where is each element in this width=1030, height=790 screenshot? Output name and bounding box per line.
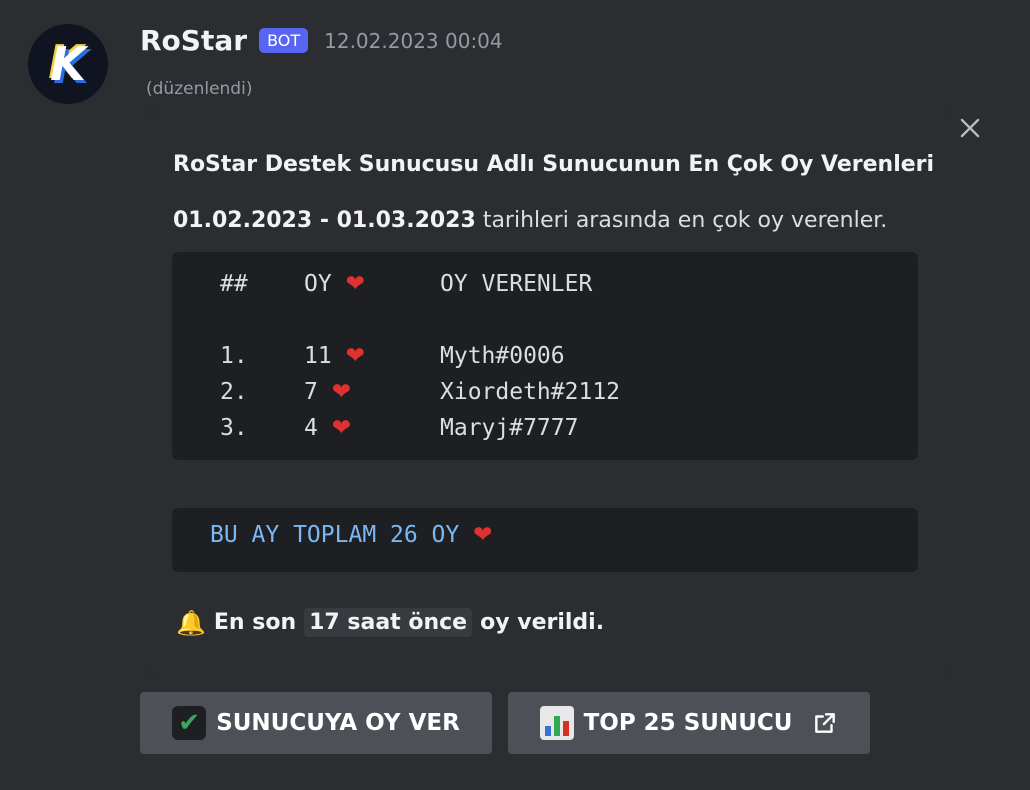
last-vote-prefix: En son: [213, 610, 297, 635]
message-header: RoStar BOT 12.02.2023 00:04: [140, 24, 503, 57]
row-rank: 2.: [220, 379, 248, 405]
row-votes: 11 ❤: [304, 338, 365, 374]
row-rank: 1.: [220, 343, 248, 369]
date-range: 01.02.2023 - 01.03.2023: [173, 208, 476, 233]
last-vote-line: 🔔 En son 17 saat önce oy verildi.: [176, 608, 604, 637]
heart-icon: ❤: [345, 271, 365, 297]
row-rank: 3.: [220, 415, 248, 441]
heart-icon: ❤: [473, 522, 493, 548]
check-icon: ✔: [172, 706, 207, 740]
heart-icon: ❤: [331, 415, 351, 441]
username[interactable]: RoStar: [140, 24, 247, 57]
leaderboard-codeblock: ## OY ❤ OY VERENLER 1. 11 ❤ Myth#0006 2.…: [172, 252, 918, 460]
row-user: Maryj#7777: [440, 415, 579, 441]
embed-title: RoStar Destek Sunucusu Adlı Sunucunun En…: [173, 152, 935, 177]
bell-icon: 🔔: [176, 608, 206, 637]
row-votes-value: 7: [304, 379, 318, 405]
total-codeblock: BU AY TOPLAM 26 OY ❤: [172, 508, 918, 572]
external-link-icon: [815, 713, 836, 733]
top-servers-label: TOP 25 SUNUCU: [583, 710, 793, 736]
row-votes: 7 ❤: [304, 374, 351, 410]
row-votes: 4 ❤: [304, 410, 351, 446]
header-rank: ##: [220, 271, 248, 297]
row-user: Xiordeth#2112: [440, 379, 621, 405]
close-icon[interactable]: [956, 114, 984, 142]
timestamp: 12.02.2023 00:04: [324, 28, 503, 53]
last-vote-suffix: oy verildi.: [480, 610, 605, 635]
row-votes-value: 4: [304, 415, 318, 441]
total-votes-text: BU AY TOPLAM 26 OY: [210, 522, 460, 548]
header-votes-label: OY: [304, 271, 332, 297]
total-votes: BU AY TOPLAM 26 OY ❤: [210, 522, 492, 548]
edited-label: (düzenlendi): [146, 79, 253, 99]
top-servers-button[interactable]: TOP 25 SUNUCU: [508, 692, 870, 754]
description-text: tarihleri arasında en çok oy verenler.: [482, 208, 888, 233]
bar-chart-icon: [539, 706, 574, 740]
heart-icon: ❤: [331, 379, 351, 405]
vote-server-button[interactable]: ✔ SUNUCUYA OY VER: [140, 692, 492, 754]
embed-description: 01.02.2023 - 01.03.2023 tarihleri arasın…: [173, 208, 887, 233]
avatar-logo: K: [50, 37, 86, 91]
row-votes-value: 11: [304, 343, 332, 369]
bot-badge: BOT: [259, 28, 309, 53]
row-user: Myth#0006: [440, 343, 565, 369]
header-voters: OY VERENLER: [440, 271, 593, 297]
header-votes: OY ❤: [304, 266, 365, 302]
last-vote-time: 17 saat önce: [304, 608, 473, 637]
avatar[interactable]: K: [28, 24, 108, 104]
heart-icon: ❤: [345, 343, 365, 369]
vote-server-label: SUNUCUYA OY VER: [216, 710, 460, 736]
